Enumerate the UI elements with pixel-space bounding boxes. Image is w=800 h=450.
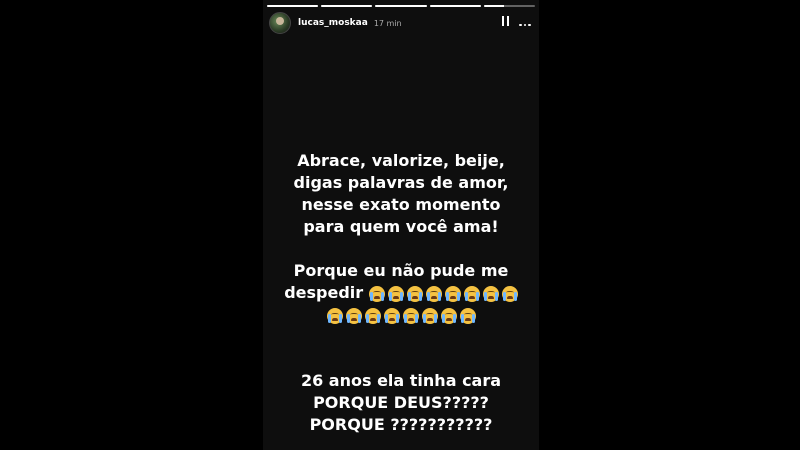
story-text-line: nesse exato momento bbox=[301, 195, 501, 214]
loudly-crying-face-icon bbox=[406, 285, 423, 302]
story-text: Abrace, valorize, beije, digas palavras … bbox=[263, 150, 539, 436]
loudly-crying-face-icon bbox=[444, 285, 461, 302]
loudly-crying-face-icon bbox=[459, 307, 476, 324]
more-options-button[interactable] bbox=[517, 15, 533, 31]
progress-segment bbox=[267, 5, 319, 7]
loudly-crying-face-icon bbox=[463, 285, 480, 302]
emoji-row bbox=[326, 307, 476, 324]
loudly-crying-face-icon bbox=[383, 307, 400, 324]
progress-segment bbox=[321, 5, 373, 7]
story-progress-bar bbox=[267, 5, 536, 7]
loudly-crying-face-icon bbox=[326, 307, 343, 324]
story-text-line: Porque eu não pude me bbox=[293, 261, 509, 280]
loudly-crying-face-icon bbox=[482, 285, 499, 302]
loudly-crying-face-icon bbox=[368, 285, 385, 302]
progress-segment bbox=[375, 5, 427, 7]
story-text-line: para quem você ama! bbox=[303, 217, 499, 236]
story-text-line: 26 anos ela tinha cara bbox=[300, 371, 502, 390]
progress-segment bbox=[429, 5, 481, 7]
story-emoji-line bbox=[263, 304, 539, 326]
avatar[interactable] bbox=[269, 12, 291, 34]
post-time: 17 min bbox=[373, 18, 402, 28]
loudly-crying-face-icon bbox=[402, 307, 419, 324]
story-header: lucas_moskaa 17 min bbox=[269, 12, 533, 34]
username[interactable]: lucas_moskaa bbox=[298, 18, 368, 28]
progress-segment bbox=[483, 5, 536, 7]
story-text-line: digas palavras de amor, bbox=[293, 173, 509, 192]
loudly-crying-face-icon bbox=[425, 285, 442, 302]
loudly-crying-face-icon bbox=[440, 307, 457, 324]
loudly-crying-face-icon bbox=[421, 307, 438, 324]
pause-button[interactable] bbox=[497, 15, 513, 31]
loudly-crying-face-icon bbox=[364, 307, 381, 324]
loudly-crying-face-icon bbox=[501, 285, 518, 302]
story-viewer[interactable]: lucas_moskaa 17 min Abrace, valorize, be… bbox=[263, 0, 539, 450]
more-options-icon bbox=[519, 19, 531, 31]
story-text-line: Abrace, valorize, beije, bbox=[297, 151, 505, 170]
story-text-fragment: despedir bbox=[284, 283, 364, 302]
loudly-crying-face-icon bbox=[345, 307, 362, 324]
pause-icon bbox=[501, 15, 509, 27]
story-text-line-with-emojis: despedir bbox=[263, 282, 539, 304]
story-text-line: PORQUE ??????????? bbox=[309, 415, 493, 434]
emoji-row bbox=[368, 285, 518, 302]
loudly-crying-face-icon bbox=[387, 285, 404, 302]
story-text-line: PORQUE DEUS????? bbox=[313, 393, 489, 412]
